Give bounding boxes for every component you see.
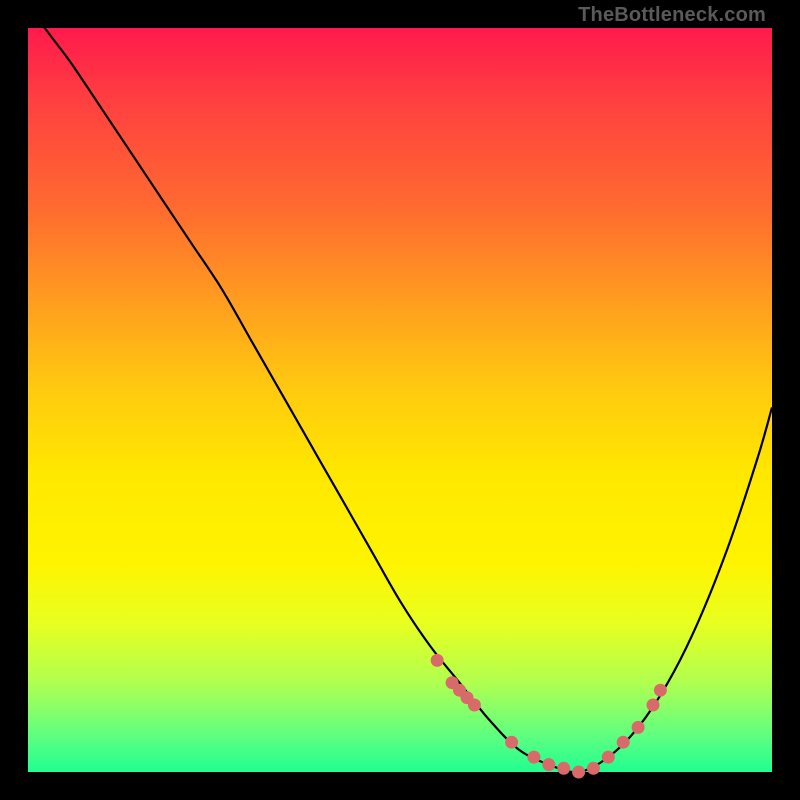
bottleneck-curve [28,6,772,772]
chart-container: TheBottleneck.com [0,0,800,800]
marker-dot [527,751,540,764]
plot-area [28,28,772,772]
marker-dot [654,684,667,697]
marker-dot [431,654,444,667]
curve-svg [28,28,772,772]
marker-dot [542,758,555,771]
marker-group [431,654,667,779]
marker-dot [602,751,615,764]
marker-dot [632,721,645,734]
marker-dot [587,762,600,775]
marker-dot [557,762,570,775]
marker-dot [617,736,630,749]
marker-dot [468,699,481,712]
marker-dot [572,766,585,779]
marker-dot [505,736,518,749]
watermark-text: TheBottleneck.com [578,4,766,27]
marker-dot [647,699,660,712]
